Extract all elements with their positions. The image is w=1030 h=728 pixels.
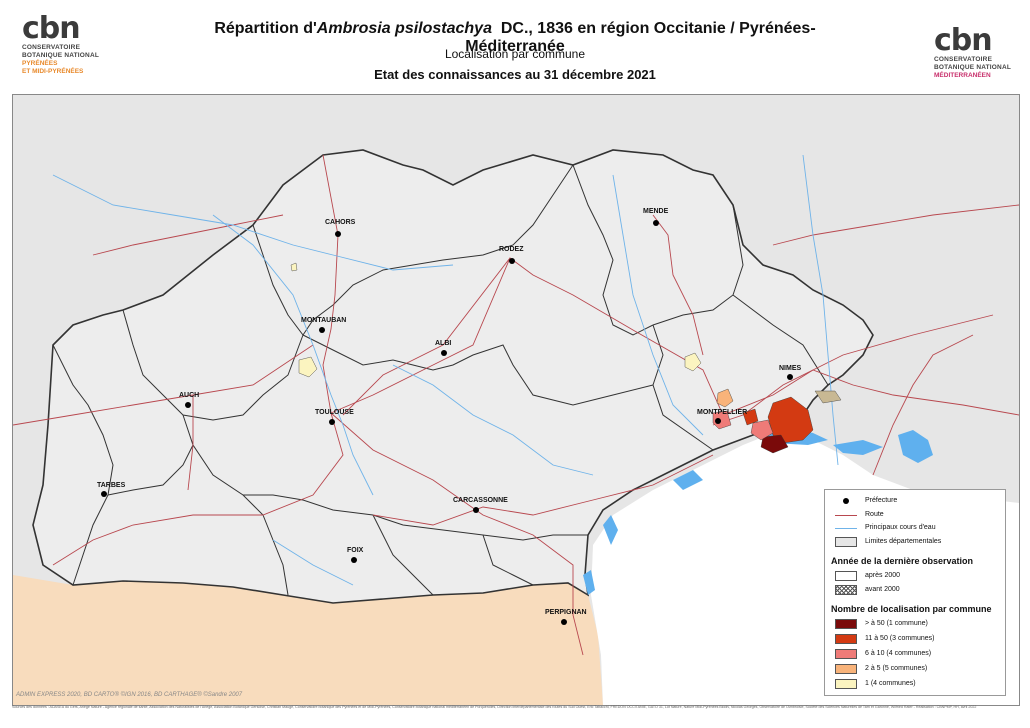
logo-line: PYRÉNÉES — [22, 60, 58, 67]
map-subtitle: Localisation par commune — [444, 47, 586, 61]
cbn-logo-word: cbn — [22, 11, 81, 46]
logo-line: MÉDITERRANÉEN — [934, 72, 991, 79]
legend-count-heading: Nombre de localisation par commune — [831, 604, 992, 614]
logo-line: CONSERVATOIRE — [934, 56, 993, 63]
city-montpellier: MONTPELLIER — [697, 409, 747, 424]
class-swatch-icon — [835, 679, 857, 689]
class-swatch-icon — [835, 619, 857, 629]
road-line-icon — [835, 510, 857, 520]
cbn-logo-word: cbn — [934, 23, 993, 58]
map-legend: Préfecture Route Principaux cours d'eau … — [824, 489, 1006, 696]
city-mende: MENDE — [643, 208, 668, 226]
city-carcassonne: CARCASSONNE — [453, 497, 508, 513]
map-credit: ADMIN EXPRESS 2020, BD CARTO® ©IGN 2016,… — [16, 692, 243, 698]
data-sources: Sources des données : ADASEA du Gers, Ar… — [12, 705, 977, 709]
city-cahors: CAHORS — [325, 219, 355, 237]
city-tarbes: TARBES — [97, 482, 125, 497]
river-line-icon — [835, 523, 857, 533]
city-albi: ALBI — [435, 340, 451, 356]
cbnpmp-logo: cbn CONSERVATOIRE BOTANIQUE NATIONAL PYR… — [22, 14, 99, 76]
class-swatch-icon — [835, 664, 857, 674]
title-species: Ambrosia psilostachya — [316, 20, 492, 37]
logo-line: CONSERVATOIRE — [22, 44, 81, 51]
logo-line: BOTANIQUE NATIONAL — [934, 64, 1012, 71]
map-header: cbn CONSERVATOIRE BOTANIQUE NATIONAL PYR… — [0, 0, 1030, 92]
city-auch: AUCH — [179, 392, 199, 408]
prefecture-dot-icon — [835, 496, 857, 506]
city-nimes: NIMES — [779, 365, 801, 380]
cbnmed-logo: cbn CONSERVATOIRE BOTANIQUE NATIONAL MÉD… — [934, 26, 1011, 80]
title-prefix: Répartition d' — [214, 20, 317, 37]
dept-limit-icon — [835, 537, 857, 547]
class-swatch-icon — [835, 634, 857, 644]
logo-line: ET MIDI-PYRÉNÉES — [22, 68, 84, 75]
logo-line: BOTANIQUE NATIONAL — [22, 52, 100, 59]
class-swatch-icon — [835, 649, 857, 659]
plain-box-icon — [835, 571, 857, 581]
city-perpignan: PERPIGNAN — [545, 609, 587, 625]
city-montauban: MONTAUBAN — [301, 317, 346, 333]
hatched-box-icon — [835, 585, 857, 595]
city-foix: FOIX — [347, 547, 363, 563]
legend-year-heading: Année de la dernière observation — [831, 556, 974, 566]
city-rodez: RODEZ — [499, 246, 524, 264]
city-toulouse: TOULOUSE — [315, 409, 354, 425]
map-date-line: Etat des connaissances au 31 décembre 20… — [374, 67, 656, 82]
